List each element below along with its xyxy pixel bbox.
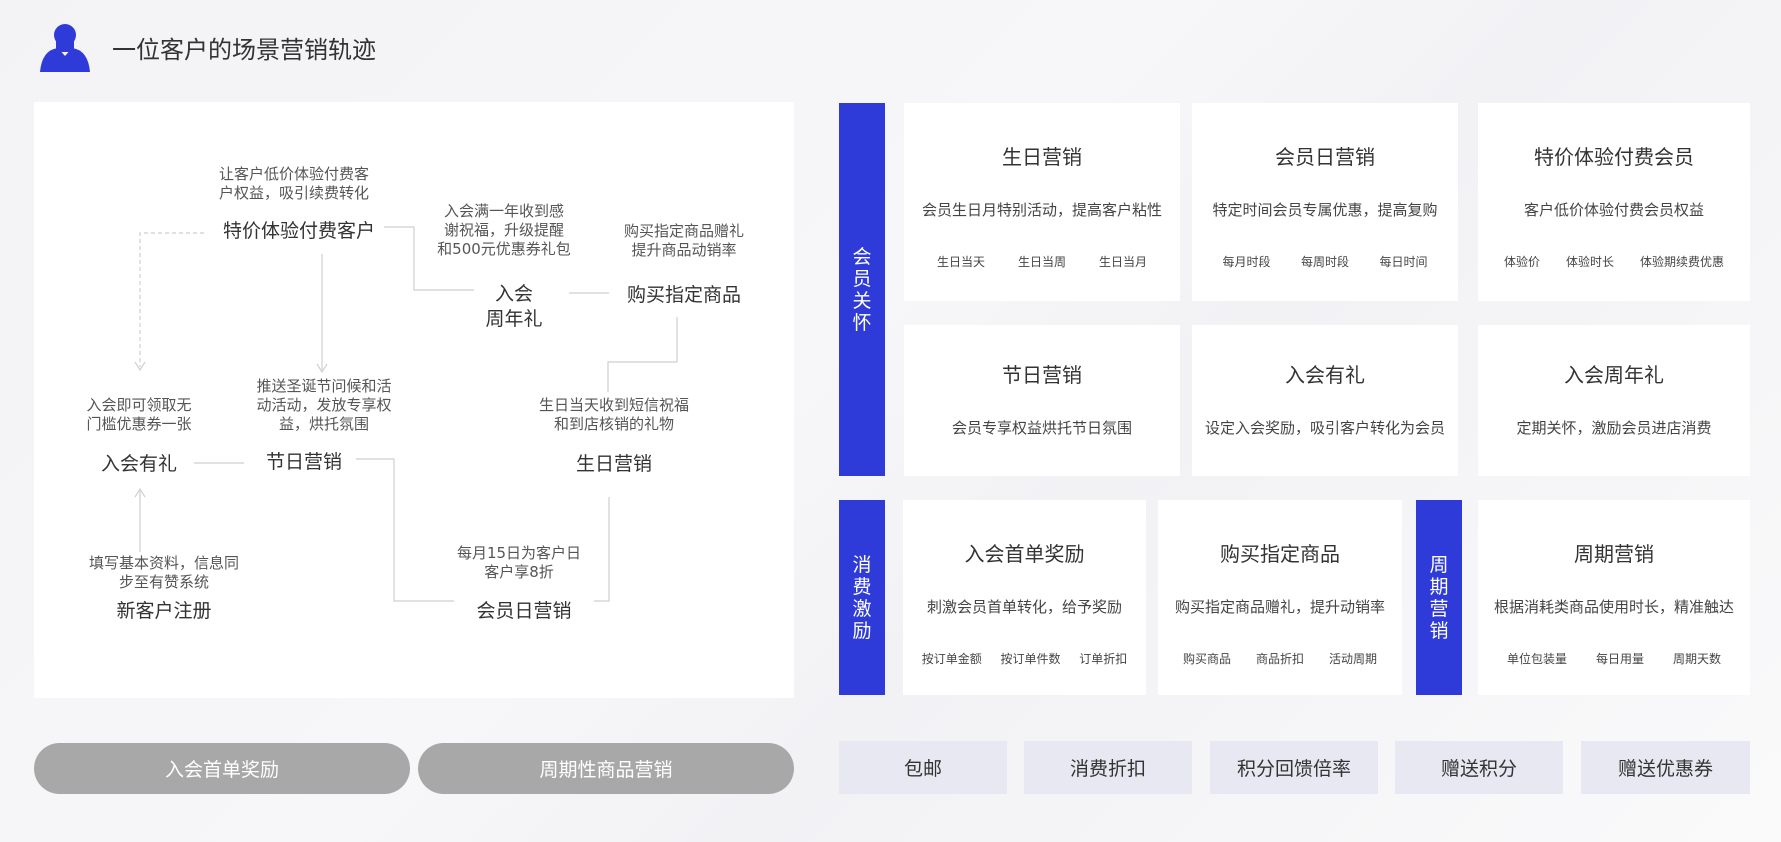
card-title: 会员日营销 (1275, 145, 1375, 169)
node-trial-paid: 特价体验付费客户 (222, 220, 375, 242)
card-birthday-marketing[interactable]: 生日营销 会员生日月特别活动，提高客户粘性 生日当天 生日当周 生日当月 (904, 103, 1180, 301)
page-header: 一位客户的场景营销轨迹 (38, 22, 376, 72)
card-tag: 生日当周 (1017, 255, 1066, 269)
card-tag: 生日当天 (936, 255, 985, 269)
card-tag: 按订单件数 (1000, 652, 1061, 666)
card-tag: 购买商品 (1182, 652, 1231, 666)
card-first-order-reward[interactable]: 入会首单奖励 刺激会员首单转化，给予奖励 按订单金额 按订单件数 订单折扣 (903, 500, 1146, 695)
card-desc: 会员生日月特别活动，提高客户粘性 (921, 201, 1162, 219)
card-tag: 体验时长 (1565, 255, 1614, 269)
card-title: 特价体验付费会员 (1534, 145, 1694, 169)
node-member-day: 会员日营销 (476, 600, 572, 622)
journey-panel: 让客户低价体验付费客 户权益，吸引续费转化 特价体验付费客户 入会满一年收到感 … (34, 102, 794, 698)
btn-gift-coupon[interactable]: 赠送优惠券 (1581, 741, 1750, 794)
btn-consume-discount[interactable]: 消费折扣 (1024, 741, 1192, 794)
pill-periodic-product-marketing[interactable]: 周期性商品营销 (418, 743, 794, 794)
card-tag: 周期天数 (1672, 652, 1721, 666)
card-tag: 订单折扣 (1079, 652, 1128, 666)
card-tag: 活动周期 (1328, 652, 1377, 666)
register-desc: 填写基本资料，信息同 步至有赞系统 (88, 554, 239, 591)
holiday-desc: 推送圣诞节问候和活 动活动，发放专享权 益，烘托氛围 (256, 377, 392, 433)
card-desc: 购买指定商品赠礼，提升动销率 (1174, 598, 1385, 616)
node-holiday: 节日营销 (265, 451, 342, 473)
card-tag: 每日用量 (1595, 652, 1644, 666)
card-desc: 客户低价体验付费会员权益 (1523, 201, 1704, 219)
card-tag: 每月时段 (1222, 255, 1271, 269)
card-desc: 特定时间会员专属优惠，提高复购 (1212, 201, 1438, 219)
card-cycle-marketing[interactable]: 周期营销 根据消耗类商品使用时长，精准触达 单位包装量 每日用量 周期天数 (1478, 500, 1750, 695)
card-member-day[interactable]: 会员日营销 特定时间会员专属优惠，提高复购 每月时段 每周时段 每日时间 (1192, 103, 1458, 301)
bar-member-care: 会员关怀 (839, 103, 885, 476)
card-trial-paid-member[interactable]: 特价体验付费会员 客户低价体验付费会员权益 体验价 体验时长 体验期续费优惠 (1478, 103, 1750, 301)
card-join-anniversary[interactable]: 入会周年礼 定期关怀，激励会员进店消费 (1478, 325, 1750, 476)
pill-first-order-reward[interactable]: 入会首单奖励 (34, 743, 410, 794)
card-tag: 单位包装量 (1506, 652, 1567, 666)
bar-cycle-marketing: 周期营销 (1416, 500, 1462, 695)
node-buy-product: 购买指定商品 (626, 284, 741, 306)
node-birthday: 生日营销 (575, 453, 652, 475)
card-title: 入会周年礼 (1564, 363, 1664, 387)
user-icon (40, 24, 90, 72)
card-desc: 刺激会员首单转化，给予奖励 (926, 598, 1122, 616)
node-anniversary: 入会 周年礼 (485, 283, 543, 330)
birthday-desc: 生日当天收到短信祝福 和到店核销的礼物 (538, 396, 689, 433)
anniversary-desc: 入会满一年收到感 谢祝福，升级提醒 和500元优惠券礼包 (437, 202, 571, 258)
card-title: 购买指定商品 (1220, 542, 1340, 566)
card-title: 节日营销 (1002, 363, 1082, 387)
card-tag: 体验期续费优惠 (1639, 255, 1724, 269)
card-desc: 设定入会奖励，吸引客户转化为会员 (1204, 419, 1445, 437)
card-tag: 商品折扣 (1255, 652, 1304, 666)
join-desc: 入会即可领取无 门槛优惠券一张 (86, 396, 192, 433)
card-join-gift[interactable]: 入会有礼 设定入会奖励，吸引客户转化为会员 (1192, 325, 1458, 476)
btn-gift-points[interactable]: 赠送积分 (1395, 741, 1563, 794)
card-desc: 会员专享权益烘托节日氛围 (951, 419, 1132, 437)
trial-desc: 让客户低价体验付费客 户权益，吸引续费转化 (218, 165, 369, 202)
bar-consume-incentive: 消费激励 (839, 500, 885, 695)
card-desc: 根据消耗类商品使用时长，精准触达 (1493, 598, 1734, 616)
node-join-gift: 入会有礼 (100, 453, 177, 475)
card-holiday-marketing[interactable]: 节日营销 会员专享权益烘托节日氛围 (904, 325, 1180, 476)
card-title: 入会有礼 (1285, 363, 1365, 387)
card-tag: 体验价 (1503, 255, 1540, 269)
card-tag: 每周时段 (1300, 255, 1349, 269)
card-title: 入会首单奖励 (964, 542, 1085, 566)
card-tag: 每日时间 (1379, 255, 1428, 269)
btn-points-multiplier[interactable]: 积分回馈倍率 (1210, 741, 1378, 794)
card-buy-product[interactable]: 购买指定商品 购买指定商品赠礼，提升动销率 购买商品 商品折扣 活动周期 (1158, 500, 1402, 695)
card-tag: 按订单金额 (921, 652, 982, 666)
card-tag: 生日当月 (1098, 255, 1147, 269)
card-title: 周期营销 (1574, 542, 1654, 566)
page-title: 一位客户的场景营销轨迹 (112, 35, 376, 64)
memberday-desc: 每月15日为客户日 客户享8折 (456, 544, 582, 581)
card-desc: 定期关怀，激励会员进店消费 (1516, 419, 1712, 437)
btn-free-shipping[interactable]: 包邮 (839, 741, 1007, 794)
card-title: 生日营销 (1002, 145, 1082, 169)
buy-desc: 购买指定商品赠礼 提升商品动销率 (623, 222, 744, 259)
node-new-register: 新客户注册 (116, 600, 212, 622)
